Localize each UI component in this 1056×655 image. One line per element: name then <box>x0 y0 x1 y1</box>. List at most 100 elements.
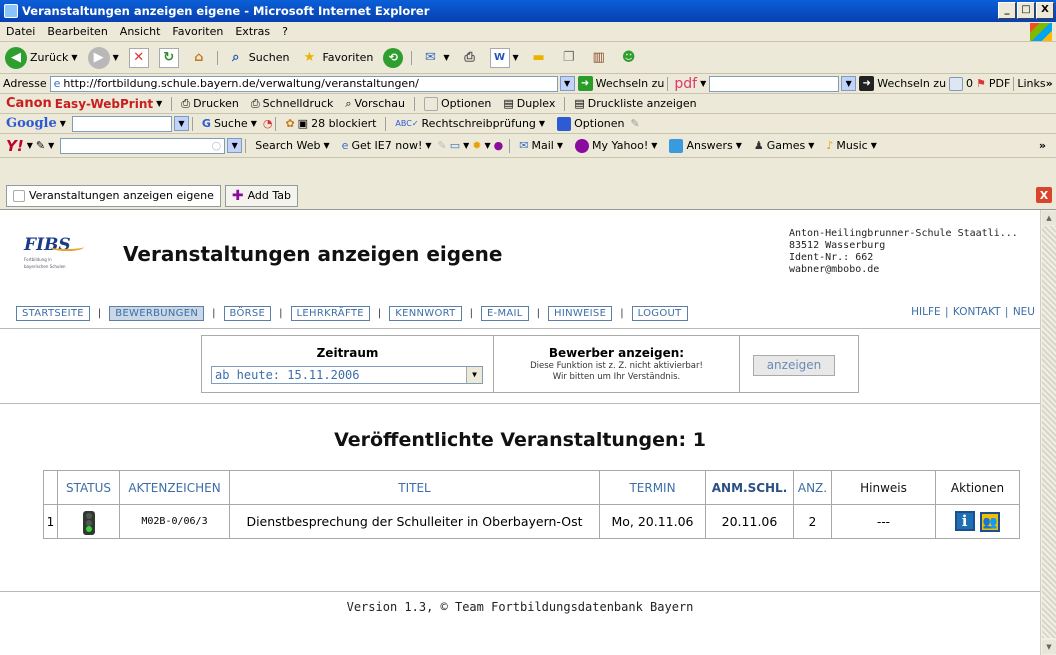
close-window-button[interactable]: X <box>1036 2 1054 19</box>
pencil-icon[interactable]: ✎ <box>631 117 640 130</box>
messenger-icon[interactable]: ● <box>491 139 507 152</box>
search-button[interactable]: ⌕ Suchen <box>221 48 295 68</box>
canon-quickprint-button[interactable]: ⎙ Schnelldruck <box>245 97 340 111</box>
back-button[interactable]: ◀ Zurück ▼ <box>0 46 83 69</box>
forward-button[interactable]: ▶ ▼ <box>83 46 124 69</box>
yahoo-searchweb-button[interactable]: Search Web ▼ <box>249 139 335 152</box>
highlight-icon[interactable]: ✎ <box>438 139 447 152</box>
canon-duplex-button[interactable]: ▤ Duplex <box>497 97 561 110</box>
favorites-button[interactable]: ★ Favoriten <box>294 48 378 68</box>
yahoo-dropdown-icon[interactable]: ▼ <box>227 138 243 153</box>
google-search-button[interactable]: G Suche ▼ <box>196 117 263 130</box>
close-tab-icon[interactable]: X <box>1036 187 1052 203</box>
research-button[interactable]: ❐ <box>554 48 584 68</box>
pdf-button[interactable]: PDF <box>989 77 1010 90</box>
google-spell-button[interactable]: ABC✓ Rechtschreibprüfung ▼ <box>389 117 551 130</box>
yahoo-logo[interactable]: Y! <box>6 137 24 155</box>
canon-print-button[interactable]: ⎙ Drucken <box>175 97 245 111</box>
go-button[interactable]: Wechseln zu <box>596 77 665 90</box>
col-status[interactable]: STATUS <box>57 470 120 505</box>
canon-printlist-button[interactable]: ▤ Druckliste anzeigen <box>568 97 702 110</box>
messenger-button[interactable]: ☻ <box>614 48 644 68</box>
scroll-up-icon[interactable]: ▲ <box>1042 211 1056 225</box>
yahoo-myyahoo-button[interactable]: My Yahoo! ▼ <box>569 138 663 153</box>
toolbar-overflow-icon[interactable]: » <box>1039 139 1056 152</box>
go-arrow-icon[interactable]: ➜ <box>577 76 593 91</box>
link-neu[interactable]: NEU <box>1013 306 1035 318</box>
stop-button[interactable]: ✕ <box>124 47 154 68</box>
col-anmschl[interactable]: ANM.SCHL. <box>705 470 794 505</box>
col-aktenzeichen[interactable]: AKTENZEICHEN <box>119 470 230 505</box>
address-input[interactable]: e http://fortbildung.schule.bayern.de/ve… <box>49 75 558 92</box>
col-aktionen: Aktionen <box>935 470 1020 505</box>
print-button[interactable]: ⎙ <box>455 48 485 68</box>
nav-email[interactable]: E-MAIL <box>480 306 529 321</box>
nav-bewerbungen[interactable]: BEWERBUNGEN <box>109 306 205 321</box>
yahoo-games-button[interactable]: ♟ Games ▼ <box>748 139 821 152</box>
antispy-icon[interactable]: ✹ <box>469 139 484 152</box>
pdf-go-button[interactable]: Wechseln zu <box>877 77 946 90</box>
zeitraum-select[interactable]: ab heute: 15.11.2006 ▼ <box>211 366 483 384</box>
menu-ansicht[interactable]: Ansicht <box>114 25 167 38</box>
edit-button[interactable]: W ▼ <box>485 47 524 68</box>
mail-button[interactable]: ✉ ▼ <box>415 48 454 68</box>
address-label: Adresse <box>3 77 47 90</box>
window-icon[interactable]: ▭ <box>447 139 463 152</box>
add-tab-button[interactable]: ✚ Add Tab <box>224 184 298 207</box>
minimize-button[interactable]: _ <box>998 2 1016 19</box>
yahoo-search-input[interactable]: ○ <box>60 137 226 154</box>
events-table: STATUS AKTENZEICHEN TITEL TERMIN ANM.SCH… <box>43 470 1020 539</box>
pdf-go-icon[interactable]: ➜ <box>859 76 875 91</box>
google-logo[interactable]: Google <box>6 116 57 131</box>
refresh-button[interactable]: ↻ <box>154 47 184 68</box>
col-titel[interactable]: TITEL <box>229 470 600 505</box>
menu-favoriten[interactable]: Favoriten <box>166 25 229 38</box>
folder-button[interactable]: ▬ <box>524 48 554 68</box>
answers-icon <box>669 138 684 153</box>
col-anz[interactable]: ANZ. <box>793 470 832 505</box>
nav-logout[interactable]: LOGOUT <box>631 306 688 321</box>
maximize-button[interactable]: □ <box>1017 2 1035 19</box>
menu-help[interactable]: ? <box>276 25 294 38</box>
nav-startseite[interactable]: STARTSEITE <box>16 306 90 321</box>
link-hilfe[interactable]: HILFE <box>911 306 941 318</box>
history-button[interactable]: ⟲ <box>378 47 408 68</box>
yahoo-music-button[interactable]: ♪ Music ▼ <box>820 139 883 152</box>
menu-datei[interactable]: Datei <box>0 25 41 38</box>
vertical-scrollbar[interactable]: ▲ ▼ <box>1040 210 1056 655</box>
menu-extras[interactable]: Extras <box>229 25 276 38</box>
nav-boerse[interactable]: BÖRSE <box>223 306 272 321</box>
google-options-button[interactable]: Optionen <box>551 116 630 131</box>
yahoo-answers-button[interactable]: Answers ▼ <box>663 138 747 153</box>
address-dropdown-icon[interactable]: ▼ <box>559 76 575 91</box>
scroll-thumb[interactable] <box>1042 226 1056 638</box>
link-kontakt[interactable]: KONTAKT <box>953 306 1001 318</box>
google-search-input[interactable] <box>71 115 172 132</box>
participants-icon[interactable]: 👥 <box>980 512 1001 532</box>
menu-bearbeiten[interactable]: Bearbeiten <box>41 25 113 38</box>
address-url: http://fortbildung.schule.bayern.de/verw… <box>63 77 419 90</box>
links-button[interactable]: Links <box>1017 77 1045 90</box>
canon-product[interactable]: Easy-WebPrint <box>55 97 153 111</box>
home-button[interactable]: ⌂ <box>184 48 214 68</box>
canon-preview-button[interactable]: ⌕ Vorschau <box>339 97 411 111</box>
canon-options-button[interactable]: Optionen <box>418 96 497 111</box>
pen-icon[interactable]: ✎ <box>36 139 45 152</box>
books-button[interactable]: ▥ <box>584 48 614 68</box>
pdf-input[interactable] <box>709 75 840 92</box>
yahoo-mail-button[interactable]: ✉ Mail ▼ <box>513 139 569 152</box>
google-blocked-button[interactable]: ✿ ▣ 28 blockiert <box>279 117 382 130</box>
col-termin[interactable]: TERMIN <box>599 470 706 505</box>
tab-current[interactable]: Veranstaltungen anzeigen eigene <box>6 184 221 207</box>
yahoo-getie-button[interactable]: e Get IE7 now! ▼ <box>336 139 438 152</box>
fibs-logo[interactable]: FIBS Fortbildung in bayerischen Schulen <box>24 235 84 275</box>
google-g-icon: G <box>201 117 211 130</box>
pdf-dropdown-icon[interactable]: ▼ <box>841 76 857 91</box>
nav-kennwort[interactable]: KENNWORT <box>389 306 462 321</box>
anzeigen-button[interactable]: anzeigen <box>753 355 835 376</box>
scroll-down-icon[interactable]: ▼ <box>1042 640 1056 654</box>
google-dropdown-icon[interactable]: ▼ <box>173 116 189 131</box>
info-icon[interactable]: i <box>954 511 975 531</box>
nav-lehrkraefte[interactable]: LEHRKRÄFTE <box>290 306 370 321</box>
nav-hinweise[interactable]: HINWEISE <box>548 306 613 321</box>
